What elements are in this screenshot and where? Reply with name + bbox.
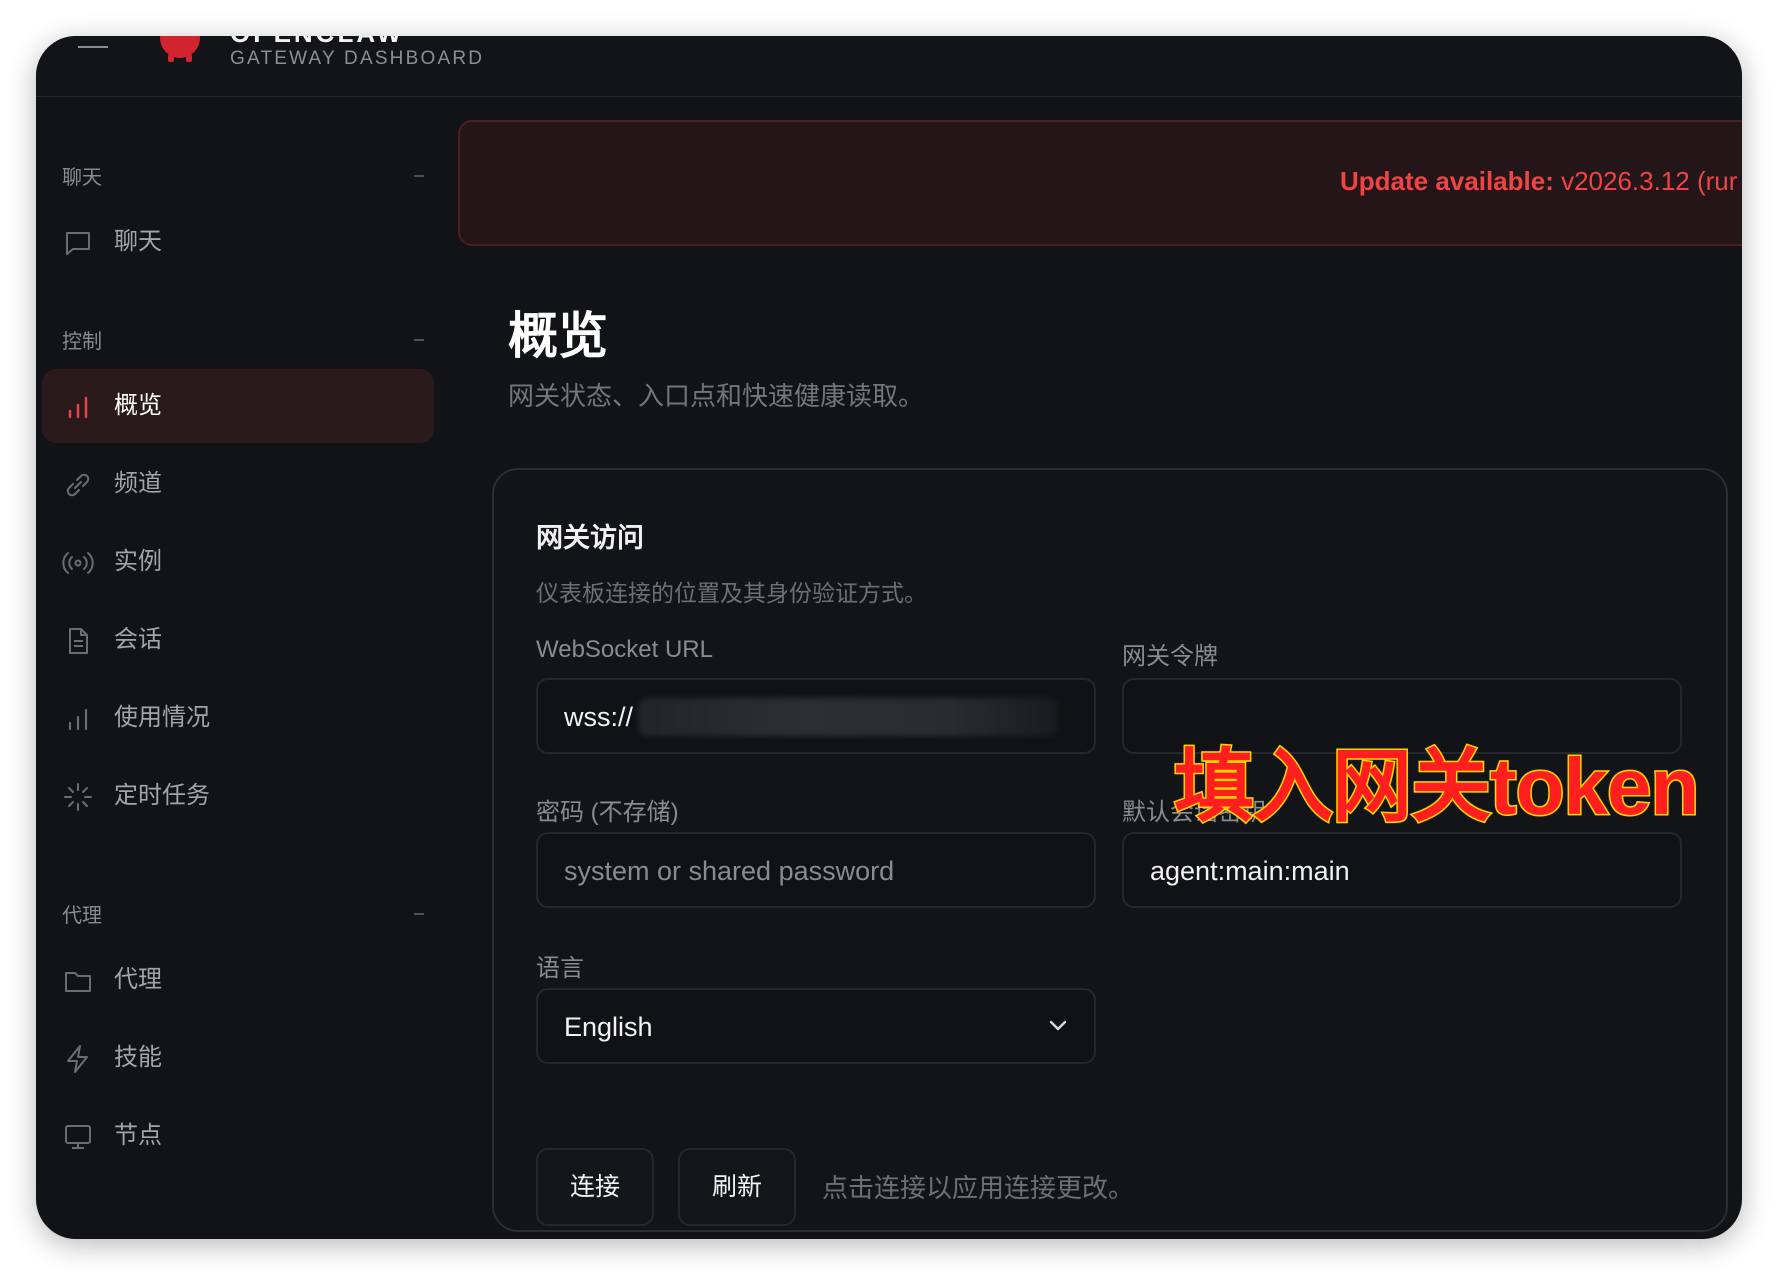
annotation-overlay: 填入网关token bbox=[1172, 741, 1700, 833]
collapse-icon[interactable] bbox=[414, 913, 424, 915]
sidebar-item-label: 节点 bbox=[114, 1122, 162, 1149]
sidebar-item-label: 技能 bbox=[114, 1044, 162, 1071]
password-label: 密码 (不存储) bbox=[536, 799, 679, 826]
websocket-url-value: wss:// bbox=[564, 702, 634, 732]
sidebar-item-label: 频道 bbox=[114, 470, 162, 497]
loader-icon bbox=[64, 783, 92, 811]
menu-icon[interactable] bbox=[78, 36, 108, 52]
sidebar-item-cron[interactable]: 定时任务 bbox=[42, 759, 434, 833]
chevron-down-icon bbox=[1049, 1020, 1067, 1031]
sidebar-item-chat[interactable]: 聊天 bbox=[42, 205, 434, 279]
card-title: 网关访问 bbox=[536, 523, 644, 553]
language-value: English bbox=[564, 1012, 653, 1042]
update-banner[interactable]: Update available: v2026.3.12 (rur bbox=[458, 120, 1742, 246]
sidebar-item-label: 定时任务 bbox=[114, 782, 210, 809]
session-key-value: agent:main:main bbox=[1150, 856, 1350, 886]
page-subtitle: 网关状态、入口点和快速健康读取。 bbox=[508, 381, 925, 411]
gateway-access-card: 网关访问 仪表板连接的位置及其身份验证方式。 WebSocket URL wss… bbox=[492, 468, 1728, 1232]
section-title: 聊天 bbox=[62, 167, 102, 189]
monitor-icon bbox=[65, 1125, 91, 1149]
sidebar-item-instances[interactable]: 实例 bbox=[42, 525, 434, 599]
connect-hint: 点击连接以应用连接更改。 bbox=[822, 1173, 1135, 1203]
connect-button[interactable]: 连接 bbox=[536, 1148, 654, 1226]
sidebar-item-label: 实例 bbox=[114, 548, 162, 575]
section-title: 控制 bbox=[62, 331, 102, 353]
refresh-button[interactable]: 刷新 bbox=[678, 1148, 796, 1226]
top-bar: OPENCLAW GATEWAY DASHBOARD bbox=[36, 36, 1742, 97]
lobster-logo-icon bbox=[160, 36, 200, 62]
language-select[interactable]: English bbox=[536, 988, 1096, 1064]
sidebar-section-chat[interactable]: 聊天 bbox=[62, 161, 432, 191]
sidebar-section-agents[interactable]: 代理 bbox=[62, 899, 432, 929]
sidebar-item-agents[interactable]: 代理 bbox=[42, 943, 434, 1017]
sidebar-section-control[interactable]: 控制 bbox=[62, 325, 432, 355]
sidebar-item-label: 使用情况 bbox=[114, 704, 210, 731]
sidebar-item-nodes[interactable]: 节点 bbox=[42, 1099, 434, 1173]
bar-chart-icon bbox=[68, 708, 88, 731]
websocket-url-input[interactable]: wss:// bbox=[536, 678, 1096, 754]
update-prefix: Update available: bbox=[1340, 166, 1554, 196]
brand-subtitle: GATEWAY DASHBOARD bbox=[230, 48, 485, 69]
websocket-url-label: WebSocket URL bbox=[536, 636, 713, 663]
redacted-blur bbox=[638, 698, 1058, 736]
card-subtitle: 仪表板连接的位置及其身份验证方式。 bbox=[536, 580, 927, 606]
sidebar-item-label: 概览 bbox=[114, 392, 162, 419]
collapse-icon[interactable] bbox=[414, 175, 424, 177]
update-banner-text[interactable]: Update available: v2026.3.12 (rur bbox=[1340, 166, 1737, 197]
sidebar-item-label: 聊天 bbox=[114, 228, 162, 255]
sidebar-item-skills[interactable]: 技能 bbox=[42, 1021, 434, 1095]
password-input[interactable]: system or shared password bbox=[536, 832, 1096, 908]
link-icon bbox=[66, 473, 90, 497]
update-version: v2026.3.12 (rur bbox=[1561, 166, 1738, 196]
bar-chart-icon bbox=[68, 396, 88, 419]
document-icon bbox=[69, 628, 88, 654]
sidebar-item-usage[interactable]: 使用情况 bbox=[42, 681, 434, 755]
sidebar-item-sessions[interactable]: 会话 bbox=[42, 603, 434, 677]
section-title: 代理 bbox=[62, 905, 102, 927]
lightning-icon bbox=[67, 1045, 88, 1073]
session-key-input[interactable]: agent:main:main bbox=[1122, 832, 1682, 908]
sidebar-item-overview[interactable]: 概览 bbox=[42, 369, 434, 443]
page-title: 概览 bbox=[508, 308, 608, 364]
gateway-token-label: 网关令牌 bbox=[1122, 643, 1218, 670]
collapse-icon[interactable] bbox=[414, 339, 424, 341]
password-placeholder: system or shared password bbox=[564, 856, 895, 886]
broadcast-icon bbox=[62, 552, 94, 574]
folder-icon bbox=[65, 972, 91, 992]
language-label: 语言 bbox=[536, 955, 584, 982]
sidebar-item-label: 会话 bbox=[114, 626, 162, 653]
sidebar: 聊天 聊天 控制 概览 频道 实例 会话 使用情况 定时任务 代理 代理 技能 … bbox=[36, 97, 456, 1239]
sidebar-item-label: 代理 bbox=[114, 966, 162, 993]
app-window: OPENCLAW GATEWAY DASHBOARD 聊天 聊天 控制 概览 bbox=[36, 36, 1742, 1239]
chat-icon bbox=[66, 232, 90, 255]
sidebar-item-channels[interactable]: 频道 bbox=[42, 447, 434, 521]
